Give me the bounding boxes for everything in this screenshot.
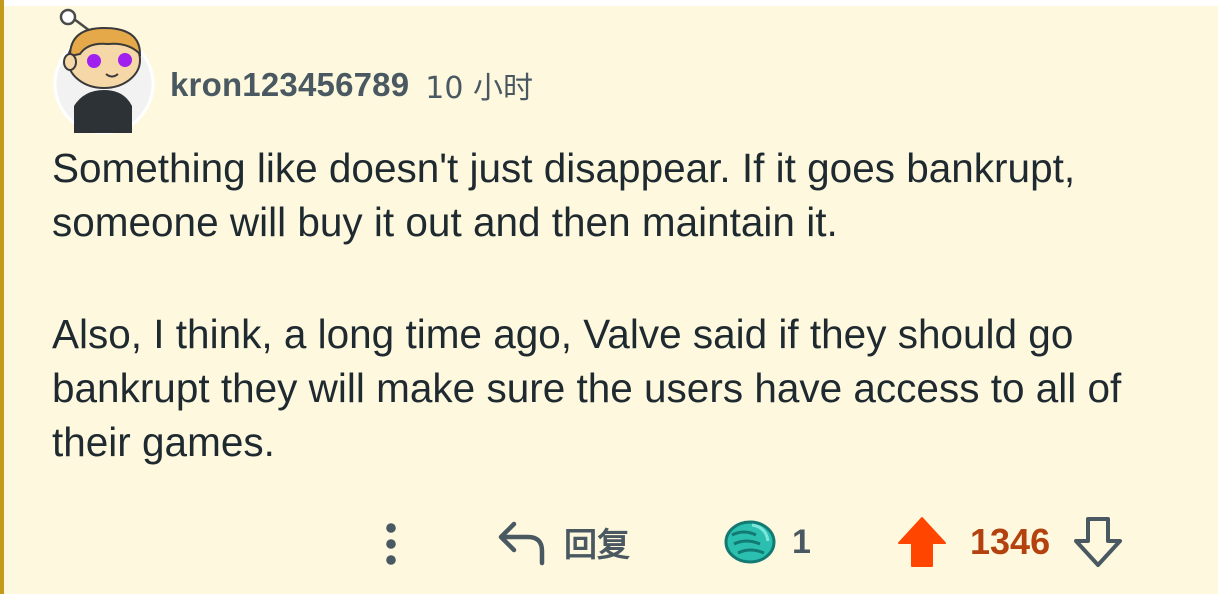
timestamp: 10 小时: [425, 71, 534, 106]
fist-bump-award-icon: [724, 520, 776, 564]
comment-header: kron123456789 10 小时: [170, 62, 533, 108]
username[interactable]: kron123456789: [170, 66, 409, 104]
thread-line[interactable]: [0, 0, 4, 594]
comment-paragraph: Also, I think, a long time ago, Valve sa…: [52, 311, 1122, 465]
upvote-arrow-icon[interactable]: [896, 515, 948, 569]
vote-score: 1346: [970, 521, 1051, 562]
reply-label: 回复: [564, 525, 630, 564]
downvote-arrow-icon[interactable]: [1072, 515, 1124, 569]
award-button[interactable]: 1: [722, 512, 811, 572]
award-count: 1: [792, 522, 811, 561]
reply-button[interactable]: 回复: [496, 512, 630, 572]
comment-paragraph: Something like doesn't just disappear. I…: [52, 145, 1076, 245]
comment-body: Something like doesn't just disappear. I…: [52, 141, 1202, 469]
top-strip: [0, 0, 1218, 6]
more-options-button[interactable]: [376, 512, 406, 572]
comment-actions: 回复 1 1346: [0, 512, 1218, 572]
user-avatar[interactable]: [50, 2, 160, 134]
vertical-dots-icon: [386, 523, 396, 565]
reply-arrow-icon: [498, 521, 545, 566]
vote-controls: 1346: [896, 512, 1124, 572]
